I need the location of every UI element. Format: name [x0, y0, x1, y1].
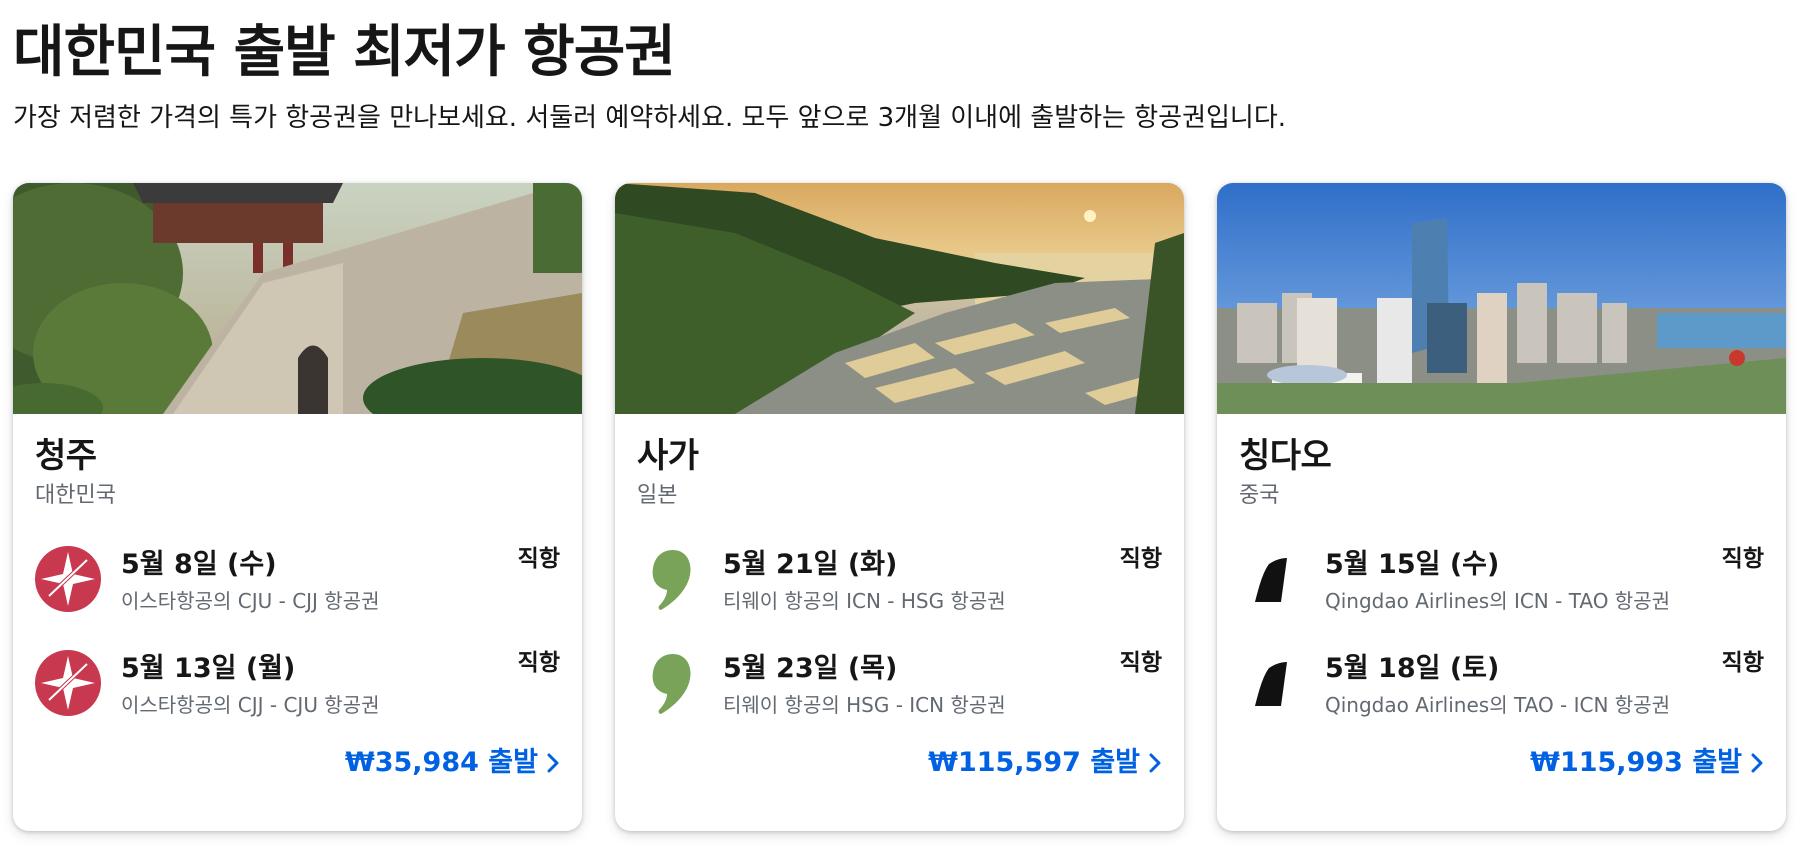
price-link[interactable]: ₩115,597 출발: [928, 746, 1162, 780]
flight-route: Qingdao Airlines의 ICN - TAO 항공권: [1325, 589, 1670, 613]
card-body: 청주 대한민국 5월 8일 (수) 이스타항공의 CJU - CJJ 항공권 직…: [13, 414, 582, 831]
qingdao-airlines-logo-icon: [1255, 662, 1287, 706]
price-label: ₩35,984 출발: [344, 747, 538, 778]
chevron-right-icon: [547, 753, 559, 773]
flight-row[interactable]: 5월 15일 (수) Qingdao Airlines의 ICN - TAO 항…: [1217, 534, 1786, 616]
destination-city: 사가: [637, 436, 699, 476]
destination-photo: [615, 183, 1184, 414]
flight-stops: 직항: [1721, 650, 1764, 676]
flight-date: 5월 21일 (화): [723, 549, 898, 580]
flight-stops: 직항: [517, 650, 560, 676]
flight-row[interactable]: 5월 21일 (화) 티웨이 항공의 ICN - HSG 항공권 직항: [615, 534, 1184, 616]
page-title: 대한민국 출발 최저가 항공권: [13, 20, 676, 85]
flight-date: 5월 13일 (월): [121, 653, 296, 684]
flight-stops: 직항: [1119, 546, 1162, 572]
flight-route: 티웨이 항공의 HSG - ICN 항공권: [723, 693, 1006, 717]
chevron-right-icon: [1751, 753, 1763, 773]
eastar-jet-logo-icon: [35, 546, 101, 612]
flight-row[interactable]: 5월 8일 (수) 이스타항공의 CJU - CJJ 항공권 직항: [13, 534, 582, 616]
flight-route: 이스타항공의 CJU - CJJ 항공권: [121, 589, 380, 613]
destination-country: 중국: [1239, 483, 1280, 508]
page-subtitle: 가장 저렴한 가격의 특가 항공권을 만나보세요. 서둘러 예약하세요. 모두 …: [13, 103, 1287, 133]
flight-stops: 직항: [1119, 650, 1162, 676]
page: 대한민국 출발 최저가 항공권 가장 저렴한 가격의 특가 항공권을 만나보세요…: [0, 0, 1804, 848]
qingdao-airlines-logo-icon: [1255, 558, 1287, 602]
flight-date: 5월 18일 (토): [1325, 653, 1500, 684]
flight-stops: 직항: [1721, 546, 1764, 572]
flight-stops: 직항: [517, 546, 560, 572]
flight-row[interactable]: 5월 23일 (목) 티웨이 항공의 HSG - ICN 항공권 직항: [615, 638, 1184, 720]
card-body: 칭다오 중국 5월 15일 (수) Qingdao Airlines의 ICN …: [1217, 414, 1786, 831]
eastar-jet-logo-icon: [35, 650, 101, 716]
deal-cards: 청주 대한민국 5월 8일 (수) 이스타항공의 CJU - CJJ 항공권 직…: [13, 183, 1786, 831]
deal-card-qingdao[interactable]: 칭다오 중국 5월 15일 (수) Qingdao Airlines의 ICN …: [1217, 183, 1786, 831]
destination-country: 일본: [637, 483, 678, 508]
flight-row[interactable]: 5월 13일 (월) 이스타항공의 CJJ - CJU 항공권 직항: [13, 638, 582, 720]
price-link[interactable]: ₩115,993 출발: [1530, 746, 1764, 780]
flight-route: 티웨이 항공의 ICN - HSG 항공권: [723, 589, 1006, 613]
destination-city: 청주: [35, 436, 97, 476]
destination-city: 칭다오: [1239, 436, 1332, 476]
destination-photo: [13, 183, 582, 414]
deal-card-saga[interactable]: 사가 일본 5월 21일 (화) 티웨이 항공의 ICN - HSG 항공권 직…: [615, 183, 1184, 831]
chevron-right-icon: [1149, 753, 1161, 773]
flight-route: Qingdao Airlines의 TAO - ICN 항공권: [1325, 693, 1670, 717]
price-label: ₩115,597 출발: [928, 747, 1140, 778]
flight-route: 이스타항공의 CJJ - CJU 항공권: [121, 693, 380, 717]
flight-row[interactable]: 5월 18일 (토) Qingdao Airlines의 TAO - ICN 항…: [1217, 638, 1786, 720]
tway-logo-icon: [652, 654, 691, 714]
flight-date: 5월 23일 (목): [723, 653, 898, 684]
destination-country: 대한민국: [35, 483, 116, 508]
flight-date: 5월 8일 (수): [121, 549, 277, 580]
card-body: 사가 일본 5월 21일 (화) 티웨이 항공의 ICN - HSG 항공권 직…: [615, 414, 1184, 831]
price-label: ₩115,993 출발: [1530, 747, 1742, 778]
flight-date: 5월 15일 (수): [1325, 549, 1500, 580]
deal-card-cheongju[interactable]: 청주 대한민국 5월 8일 (수) 이스타항공의 CJU - CJJ 항공권 직…: [13, 183, 582, 831]
price-link[interactable]: ₩35,984 출발: [345, 746, 560, 780]
tway-logo-icon: [652, 550, 691, 610]
destination-photo: [1217, 183, 1786, 414]
